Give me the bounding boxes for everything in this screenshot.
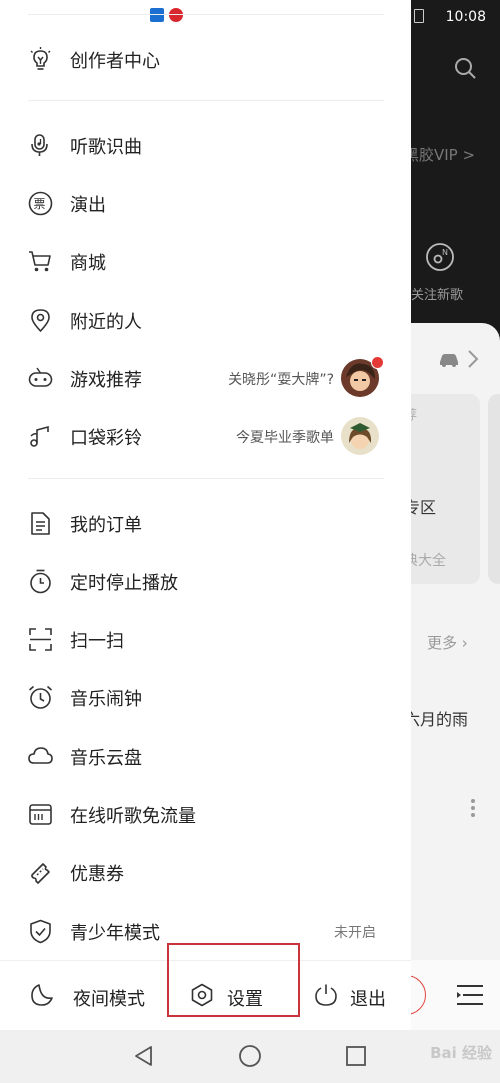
scan-icon	[29, 628, 52, 651]
menu-item-scan[interactable]: 扫一扫	[0, 614, 411, 664]
more-link[interactable]: 更多 ›	[427, 632, 468, 653]
menu-item-label: 口袋彩铃	[70, 428, 142, 449]
divider	[28, 14, 384, 15]
menu-item-label: 优惠券	[70, 864, 124, 885]
divider	[28, 478, 384, 479]
side-drawer: 创作者中心 听歌识曲 票 演出 商城 附近的人 游戏推荐 关晓彤“耍大牌”? 口…	[0, 0, 411, 1031]
menu-item-label: 扫一扫	[70, 631, 124, 652]
new-song-icon[interactable]: N	[425, 242, 455, 272]
menu-item-label: 青少年模式	[70, 923, 160, 944]
recommend-card-next[interactable]	[488, 394, 500, 584]
menu-item-label: 游戏推荐	[70, 370, 142, 391]
song-title[interactable]: 六月的雨	[404, 706, 468, 730]
lightbulb-icon	[30, 47, 51, 70]
chevron-right-icon[interactable]	[466, 349, 480, 369]
menu-item-label: 商城	[70, 253, 106, 274]
menu-item-label: 附近的人	[70, 312, 142, 333]
playlist-icon[interactable]	[455, 982, 485, 1008]
night-mode-label: 夜间模式	[73, 989, 145, 1010]
menu-item-my-orders[interactable]: 我的订单	[0, 498, 411, 548]
vip-link[interactable]: 黑胶VIP >	[404, 144, 475, 165]
logout-button[interactable]: 退出	[302, 961, 411, 1031]
power-icon	[315, 984, 337, 1006]
game-hint-text: 关晓彤“耍大牌”?	[228, 372, 334, 388]
brand-notification-icon	[169, 8, 183, 22]
system-navigation-bar: Bai 经验	[0, 1030, 500, 1083]
menu-item-game-recommend[interactable]: 游戏推荐 关晓彤“耍大牌”?	[0, 353, 411, 403]
menu-item-cloud-drive[interactable]: 音乐云盘	[0, 731, 411, 781]
back-icon[interactable]	[132, 1044, 156, 1068]
menu-item-label: 创作者中心	[70, 51, 160, 72]
menu-item-shows[interactable]: 票 演出	[0, 178, 411, 228]
ringtone-hint-text: 今夏毕业季歌单	[236, 430, 334, 446]
status-time: 10:08	[445, 9, 486, 25]
menu-item-label: 定时停止播放	[70, 573, 178, 594]
menu-item-song-recognition[interactable]: 听歌识曲	[0, 120, 411, 170]
watermark: Bai 经验	[430, 1044, 492, 1062]
app-notification-icon	[150, 8, 164, 22]
divider	[28, 100, 384, 101]
menu-item-music-alarm[interactable]: 音乐闹钟	[0, 672, 411, 722]
sim-card-icon	[29, 804, 52, 825]
recents-icon[interactable]	[344, 1044, 368, 1068]
ringtone-avatar	[341, 417, 379, 455]
teen-mode-status: 未开启	[334, 925, 376, 941]
alarm-clock-icon	[28, 685, 53, 709]
menu-item-ringtone[interactable]: 口袋彩铃 今夏毕业季歌单	[0, 411, 411, 461]
car-icon[interactable]	[437, 347, 461, 371]
timer-icon	[30, 569, 51, 594]
menu-item-label: 音乐闹钟	[70, 689, 142, 710]
document-icon	[31, 512, 50, 535]
menu-item-nearby[interactable]: 附近的人	[0, 295, 411, 345]
ticket-icon: 票	[28, 191, 53, 216]
gamepad-icon	[28, 367, 53, 387]
more-dots-icon[interactable]	[470, 798, 476, 818]
menu-item-creator-center[interactable]: 创作者中心	[0, 34, 411, 84]
location-pin-icon	[31, 309, 50, 333]
menu-item-label: 听歌识曲	[70, 137, 142, 158]
mic-music-icon	[31, 134, 48, 156]
menu-item-free-data[interactable]: 在线听歌免流量	[0, 789, 411, 839]
cart-icon	[29, 251, 51, 272]
menu-item-label: 在线听歌免流量	[70, 806, 196, 827]
settings-highlight-annotation	[167, 943, 300, 1017]
new-song-label[interactable]: 关注新歌	[411, 284, 463, 303]
night-mode-button[interactable]: 夜间模式	[0, 961, 165, 1031]
menu-item-sleep-timer[interactable]: 定时停止播放	[0, 556, 411, 606]
menu-item-coupons[interactable]: 优惠券	[0, 847, 411, 897]
svg-text:票: 票	[34, 197, 46, 211]
menu-item-label: 演出	[70, 195, 106, 216]
menu-item-label: 音乐云盘	[70, 748, 142, 769]
search-icon[interactable]	[454, 57, 476, 79]
notification-dot	[371, 356, 384, 369]
logout-label: 退出	[350, 989, 386, 1010]
notification-icons	[150, 8, 183, 27]
moon-icon	[31, 984, 53, 1006]
menu-item-store[interactable]: 商城	[0, 236, 411, 286]
coupon-icon	[31, 863, 50, 884]
cloud-icon	[28, 747, 53, 764]
menu-item-label: 我的订单	[70, 515, 142, 536]
status-icons	[414, 9, 428, 23]
svg-text:N: N	[442, 248, 448, 257]
shield-check-icon	[30, 919, 51, 944]
more-label: 更多	[427, 634, 458, 652]
music-note-icon	[30, 425, 49, 447]
home-icon[interactable]	[238, 1044, 262, 1068]
